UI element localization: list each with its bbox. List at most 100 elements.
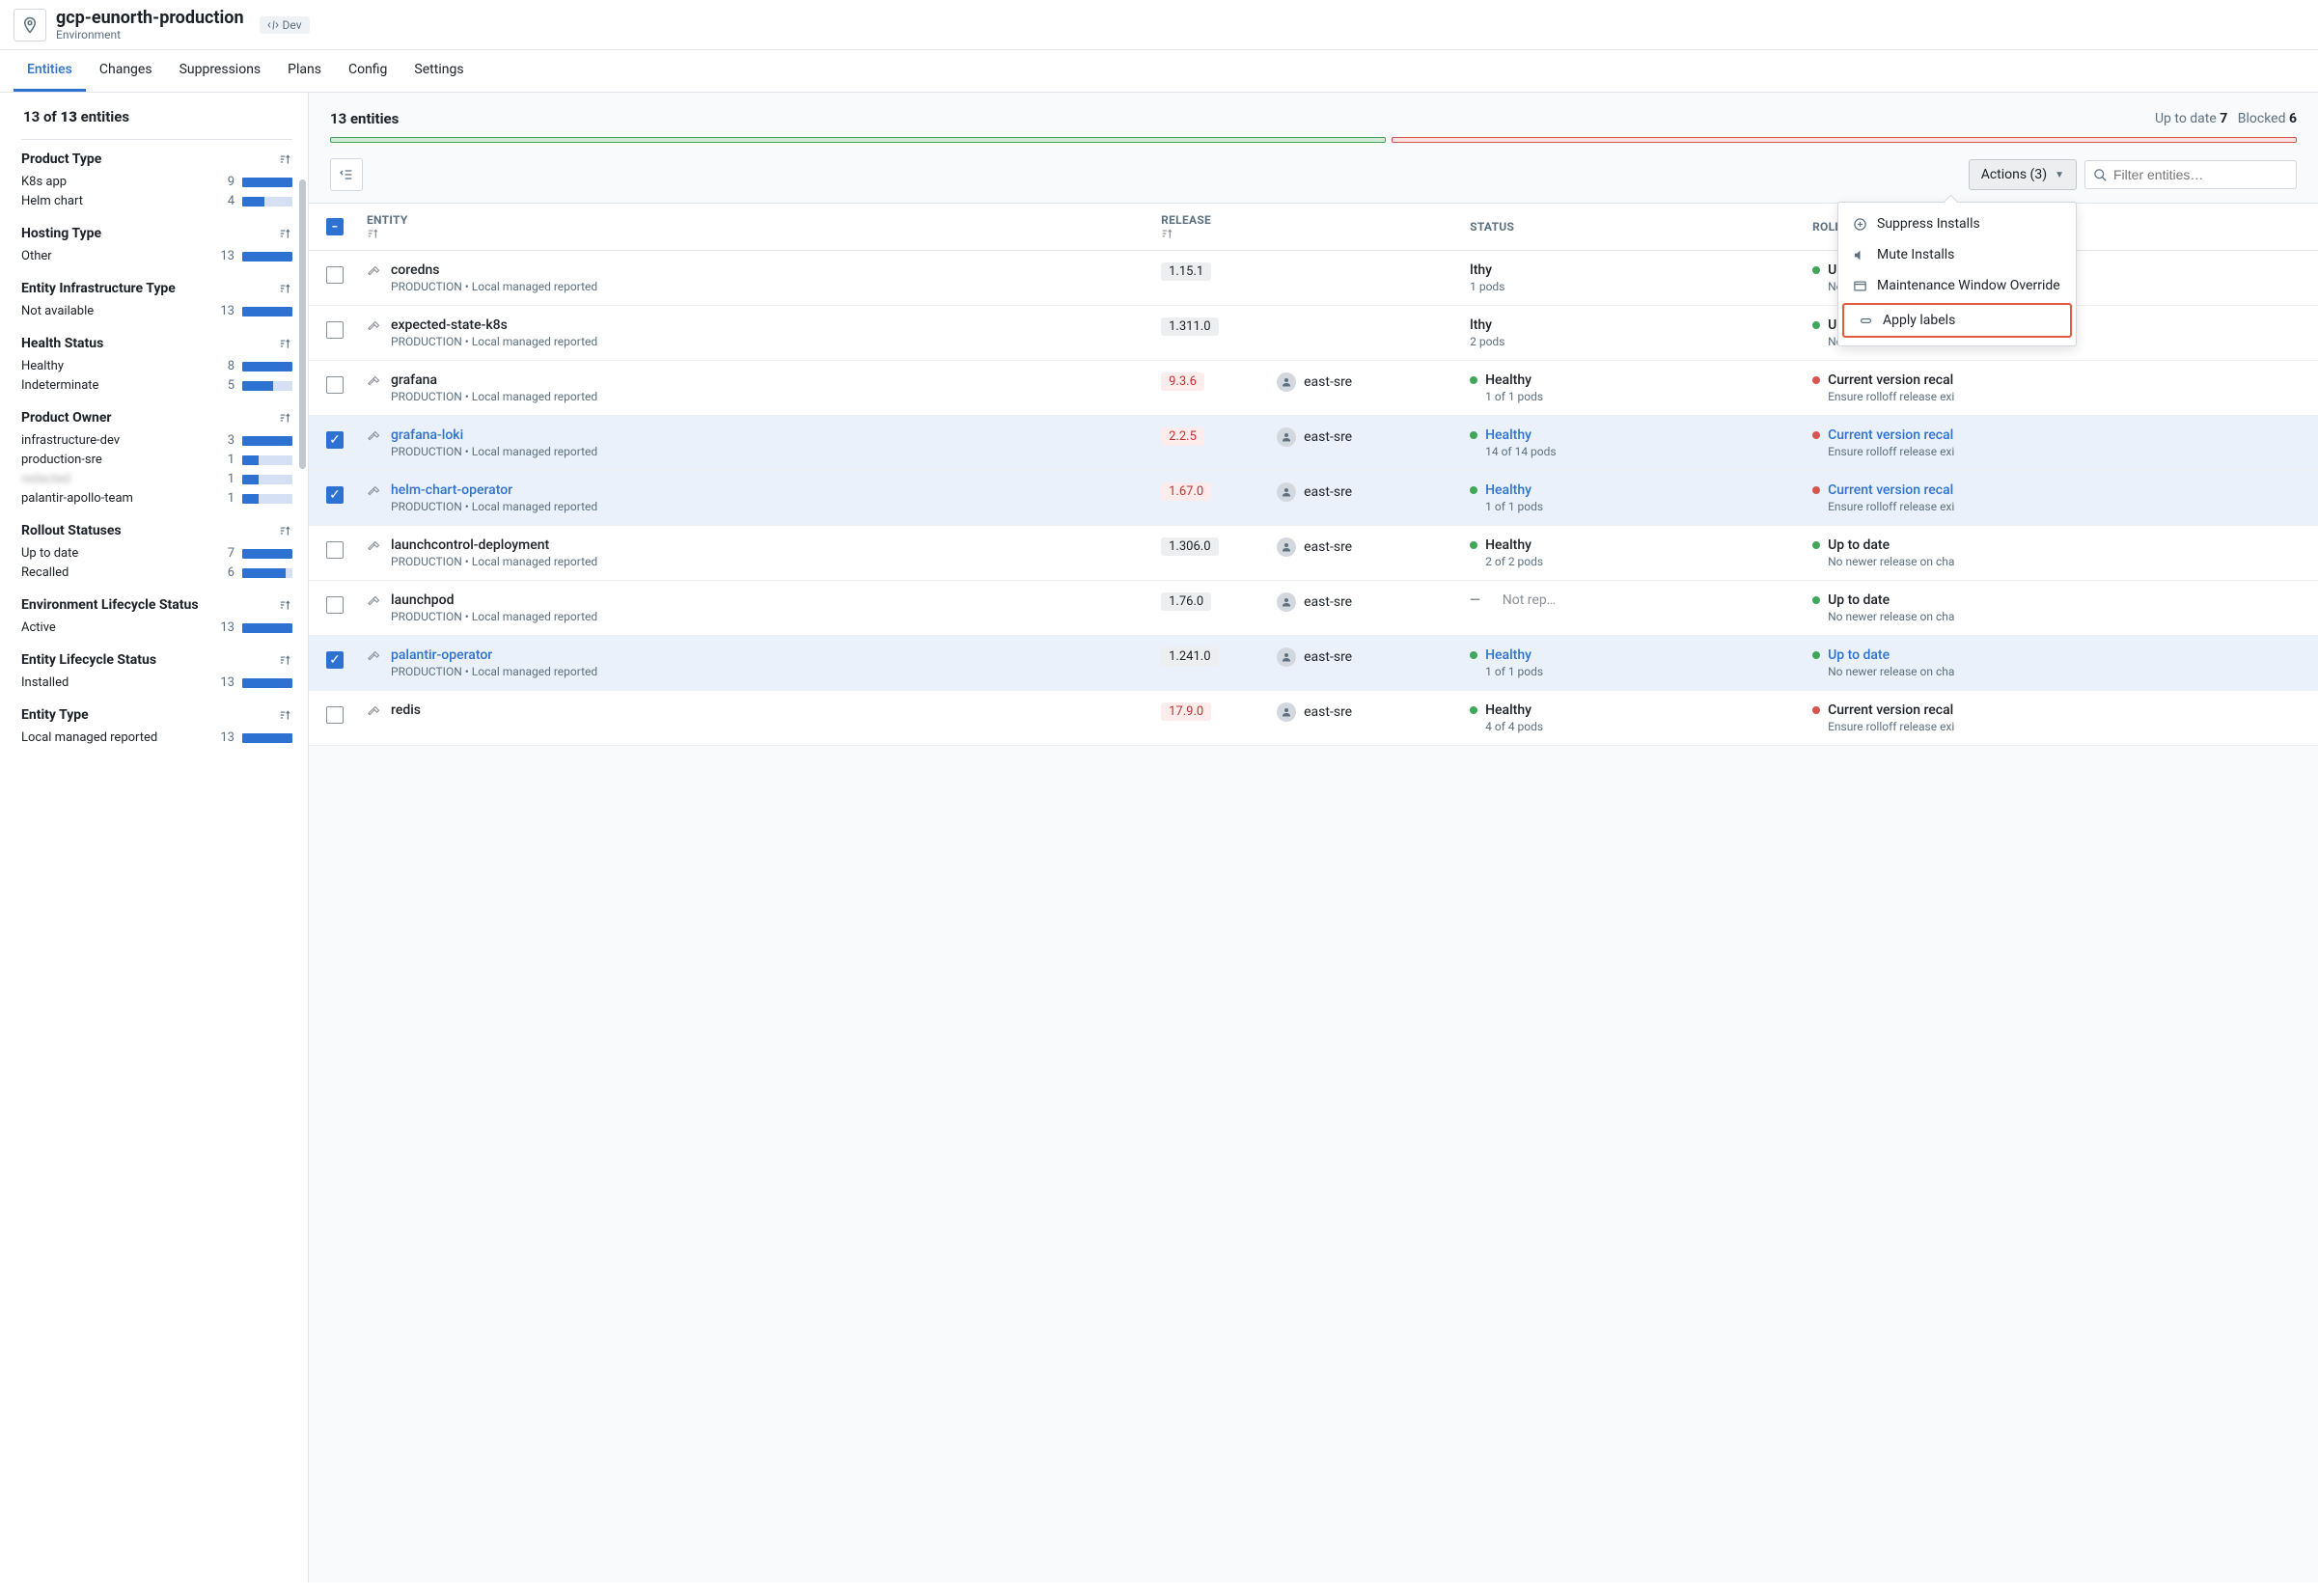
tab-changes[interactable]: Changes: [86, 50, 166, 92]
facet-item[interactable]: Installed13: [21, 675, 292, 690]
dropdown-item-mute-installs[interactable]: Mute Installs: [1838, 239, 2076, 270]
sort-icon[interactable]: [279, 411, 292, 425]
row-checkbox[interactable]: [326, 541, 344, 559]
entity-name[interactable]: launchpod: [391, 592, 597, 608]
filter-input[interactable]: [2113, 167, 2288, 182]
facet-item[interactable]: palantir-apollo-team1: [21, 491, 292, 506]
rollout-dot-icon: [1812, 321, 1820, 329]
table-row[interactable]: launchcontrol-deployment PRODUCTION • Loc…: [309, 526, 2318, 581]
entity-name[interactable]: launchcontrol-deployment: [391, 537, 597, 553]
dropdown-item-suppress-installs[interactable]: Suppress Installs: [1838, 208, 2076, 239]
row-checkbox[interactable]: ✓: [326, 431, 344, 449]
facet-title: Health Status: [21, 336, 103, 351]
status-sub: 4 of 4 pods: [1485, 720, 1789, 733]
actions-button[interactable]: Actions (3) ▼: [1969, 159, 2077, 190]
table-row[interactable]: ✓grafana-lokiPRODUCTION • Local managed …: [309, 416, 2318, 471]
column-header[interactable]: [1265, 204, 1458, 251]
facet-item[interactable]: infrastructure-dev3: [21, 433, 292, 448]
sort-icon[interactable]: [279, 282, 292, 295]
dropdown-item-maintenance-window-override[interactable]: Maintenance Window Override: [1838, 270, 2076, 301]
owner-cell: east-sre: [1277, 482, 1447, 502]
tab-settings[interactable]: Settings: [400, 50, 477, 92]
sort-icon[interactable]: [279, 227, 292, 240]
column-sort-icon[interactable]: [1161, 227, 1254, 240]
column-header[interactable]: STATUS: [1458, 204, 1801, 251]
facet-item[interactable]: Up to date7: [21, 546, 292, 561]
filter-input-wrap[interactable]: [2084, 160, 2297, 189]
facet-item[interactable]: Healthy8: [21, 359, 292, 373]
facet-item[interactable]: production-sre1: [21, 453, 292, 467]
facet-item[interactable]: Other13: [21, 249, 292, 263]
row-checkbox[interactable]: [326, 596, 344, 614]
sort-icon[interactable]: [279, 337, 292, 350]
rollout-dot-icon: [1812, 431, 1820, 439]
table-row[interactable]: redis17.9.0east-sreHealthy4 of 4 podsCur…: [309, 691, 2318, 746]
facet-bar: [242, 568, 292, 578]
sort-icon[interactable]: [279, 708, 292, 722]
facet-label: Not available: [21, 304, 94, 318]
table-row[interactable]: launchpodPRODUCTION • Local managed repo…: [309, 581, 2318, 636]
entity-name[interactable]: grafana: [391, 372, 597, 388]
status-sub: 1 of 1 pods: [1485, 390, 1789, 403]
tab-suppressions[interactable]: Suppressions: [166, 50, 275, 92]
row-checkbox[interactable]: ✓: [326, 486, 344, 504]
entity-sub: PRODUCTION • Local managed reported: [391, 390, 597, 403]
column-header: −: [309, 204, 355, 251]
status-sub: 2 pods: [1470, 335, 1789, 348]
sort-icon[interactable]: [279, 598, 292, 612]
entity-name[interactable]: grafana-loki: [391, 427, 597, 443]
entity-name[interactable]: redis: [391, 702, 421, 718]
facet-label: Healthy: [21, 359, 64, 373]
table-row[interactable]: grafana PRODUCTION • Local managed report…: [309, 361, 2318, 416]
table-row[interactable]: ✓palantir-operatorPRODUCTION • Local man…: [309, 636, 2318, 691]
select-all-checkbox[interactable]: −: [326, 218, 344, 235]
collapse-sidebar-button[interactable]: [330, 158, 363, 191]
facet-item[interactable]: K8s app9: [21, 175, 292, 189]
entity-name[interactable]: expected-state-k8s: [391, 317, 597, 333]
facet-label: Active: [21, 620, 56, 635]
tab-entities[interactable]: Entities: [14, 50, 86, 92]
row-checkbox[interactable]: [326, 266, 344, 284]
facet-bar: [242, 475, 292, 484]
sort-icon[interactable]: [279, 653, 292, 667]
tab-config[interactable]: Config: [335, 50, 400, 92]
facet-bar: [242, 362, 292, 371]
row-checkbox[interactable]: [326, 376, 344, 394]
tab-plans[interactable]: Plans: [274, 50, 335, 92]
column-header[interactable]: RELEASE: [1149, 204, 1265, 251]
owner-name: east-sre: [1304, 649, 1352, 665]
column-sort-icon[interactable]: [367, 227, 1138, 240]
facet-item[interactable]: Active13: [21, 620, 292, 635]
row-checkbox[interactable]: [326, 706, 344, 724]
facet-bar: [242, 436, 292, 446]
sort-icon[interactable]: [279, 524, 292, 537]
dropdown-item-apply-labels[interactable]: Apply labels: [1842, 303, 2072, 338]
page-title: gcp-eunorth-production: [56, 8, 244, 28]
facet-item[interactable]: redacted1: [21, 472, 292, 486]
row-checkbox[interactable]: [326, 321, 344, 339]
facet-item[interactable]: Recalled6: [21, 565, 292, 580]
facet-label: Local managed reported: [21, 730, 157, 745]
release-chip: 1.306.0: [1161, 537, 1218, 556]
status-sub: 1 of 1 pods: [1485, 500, 1789, 513]
entity-sub: PRODUCTION • Local managed reported: [391, 555, 597, 568]
owner-name: east-sre: [1304, 429, 1352, 445]
column-header[interactable]: ENTITY: [355, 204, 1149, 251]
sort-icon[interactable]: [279, 152, 292, 166]
facet-item[interactable]: Indeterminate5: [21, 378, 292, 393]
table-row[interactable]: ✓helm-chart-operatorPRODUCTION • Local m…: [309, 471, 2318, 526]
entity-name[interactable]: coredns: [391, 262, 597, 278]
facet-item[interactable]: Helm chart4: [21, 194, 292, 208]
facet-bar: [242, 494, 292, 504]
row-checkbox[interactable]: ✓: [326, 651, 344, 669]
scrollbar-thumb[interactable]: [299, 179, 306, 469]
facet-item[interactable]: Not available13: [21, 304, 292, 318]
entity-name[interactable]: palantir-operator: [391, 647, 597, 663]
entity-name[interactable]: helm-chart-operator: [391, 482, 597, 498]
facet-label: K8s app: [21, 175, 67, 189]
avatar-icon: [1277, 482, 1296, 502]
release-chip: 1.67.0: [1161, 482, 1211, 501]
facet-item[interactable]: Local managed reported13: [21, 730, 292, 745]
chevron-down-icon: ▼: [2055, 170, 2064, 180]
owner-name: east-sre: [1304, 539, 1352, 555]
